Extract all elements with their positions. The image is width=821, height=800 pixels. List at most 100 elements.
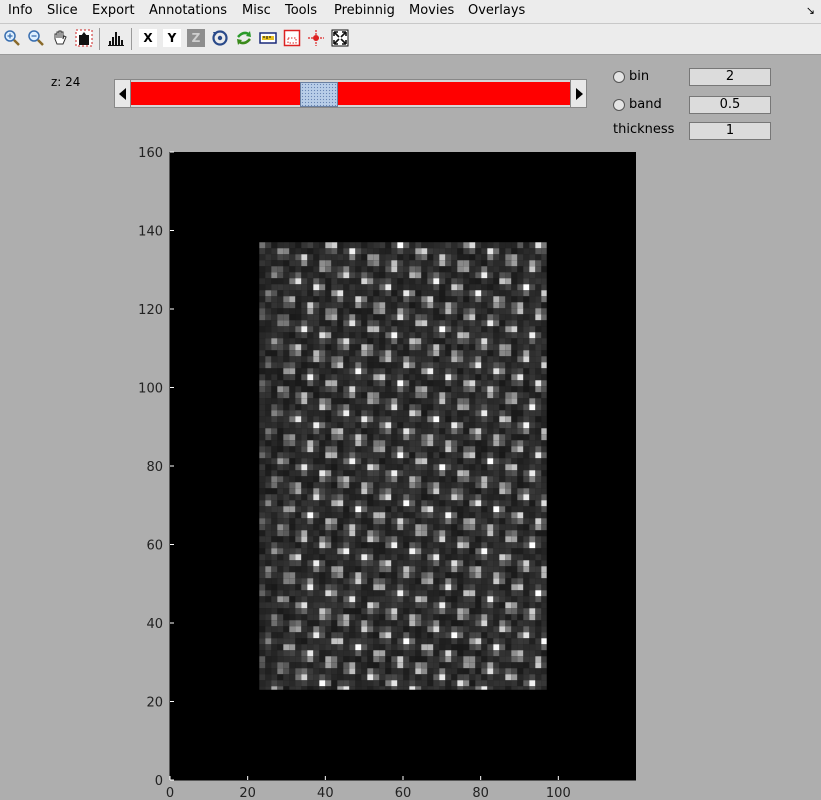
image-pixel — [319, 284, 326, 291]
image-pixel — [265, 620, 272, 627]
image-pixel — [493, 620, 500, 627]
image-pixel — [385, 554, 392, 561]
image-pixel — [373, 512, 380, 519]
image-pixel — [463, 458, 470, 465]
image-pixel — [355, 644, 362, 651]
image-pixel — [289, 644, 296, 651]
image-pixel — [265, 566, 272, 573]
image-pixel — [523, 326, 530, 333]
image-pixel — [295, 662, 302, 669]
image-pixel — [433, 548, 440, 555]
image-pixel — [541, 542, 547, 549]
image-pixel — [451, 614, 458, 621]
image-pixel — [475, 608, 482, 615]
image-pixel — [361, 422, 368, 429]
image-pixel — [469, 518, 476, 525]
image-pixel — [535, 254, 542, 261]
image-pixel — [409, 248, 416, 255]
image-pixel — [469, 602, 476, 609]
image-pixel — [337, 392, 344, 399]
image-pixel — [439, 446, 446, 453]
image-pixel — [511, 302, 518, 309]
image-pixel — [373, 422, 380, 429]
image-pixel — [427, 374, 434, 381]
image-pixel — [517, 614, 524, 621]
image-pixel — [511, 476, 518, 483]
image-pixel — [259, 320, 266, 327]
image-pixel — [535, 488, 542, 495]
image-pixel — [517, 404, 524, 411]
image-pixel — [415, 242, 422, 249]
image-pixel — [325, 608, 332, 615]
image-pixel — [325, 368, 332, 375]
image-pixel — [301, 542, 308, 549]
image-pixel — [307, 590, 314, 597]
image-pixel — [433, 488, 440, 495]
image-pixel — [361, 308, 368, 315]
image-pixel — [457, 326, 464, 333]
image-pixel — [433, 386, 440, 393]
image-pixel — [451, 548, 458, 555]
image-pixel — [325, 536, 332, 543]
image-pixel — [511, 572, 518, 579]
image-pixel — [469, 464, 476, 471]
image-pixel — [271, 614, 278, 621]
image-pixel — [463, 446, 470, 453]
image-pixel — [295, 296, 302, 303]
image-pixel — [433, 374, 440, 381]
image-pixel — [469, 272, 476, 279]
image-pixel — [409, 524, 416, 531]
image-pixel — [367, 350, 374, 357]
image-pixel — [463, 614, 470, 621]
image-pixel — [541, 392, 547, 399]
image-pixel — [535, 332, 542, 339]
image-pixel — [391, 506, 398, 513]
image-pixel — [439, 602, 446, 609]
image-pixel — [535, 668, 542, 675]
image-pixel — [385, 674, 392, 681]
image-pixel — [451, 512, 458, 519]
image-pixel — [415, 356, 422, 363]
image-pixel — [421, 572, 428, 579]
image-pixel — [403, 482, 410, 489]
image-pixel — [325, 572, 332, 579]
image-pixel — [535, 644, 542, 651]
image-pixel — [397, 386, 404, 393]
image-pixel — [457, 272, 464, 279]
image-pixel — [373, 290, 380, 297]
image-pixel — [469, 422, 476, 429]
image-pixel — [379, 662, 386, 669]
image-pixel — [259, 254, 266, 261]
image-pixel — [283, 644, 290, 651]
image-pixel — [433, 500, 440, 507]
image-pixel — [469, 344, 476, 351]
image-pixel — [289, 524, 296, 531]
image-pixel — [493, 428, 500, 435]
image-pixel — [397, 428, 404, 435]
image-pixel — [445, 428, 452, 435]
image-pixel — [511, 392, 518, 399]
image-pixel — [493, 482, 500, 489]
image-pixel — [307, 290, 314, 297]
image-pixel — [337, 488, 344, 495]
image-pixel — [259, 614, 266, 621]
image-pixel — [265, 548, 272, 555]
image-pixel — [535, 404, 542, 411]
image-pixel — [505, 572, 512, 579]
image-pixel — [313, 344, 320, 351]
image-pixel — [385, 494, 392, 501]
x-tick-label: 80 — [472, 786, 489, 800]
image-pixel — [481, 596, 488, 603]
image-pixel — [511, 674, 518, 681]
image-pixel — [505, 674, 512, 681]
image-pixel — [283, 422, 290, 429]
image-pixel — [301, 650, 308, 657]
image-pixel — [529, 572, 536, 579]
image-pixel — [283, 428, 290, 435]
image-pixel — [361, 560, 368, 567]
image-pixel — [307, 326, 314, 333]
image-pixel — [391, 338, 398, 345]
image-pixel — [343, 668, 350, 675]
image-pixel — [457, 488, 464, 495]
image-pixel — [307, 314, 314, 321]
